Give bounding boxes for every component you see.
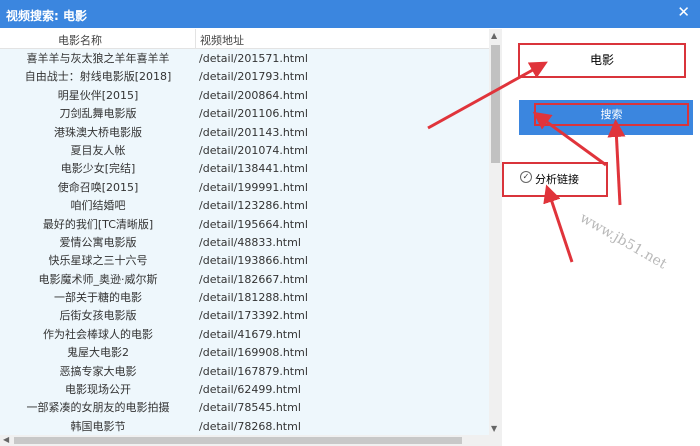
- table-header: 电影名称 视频地址: [0, 29, 489, 49]
- movie-name: 电影现场公开: [65, 383, 131, 397]
- table-row[interactable]: 电影少女[完结] /detail/138441.html: [0, 160, 489, 178]
- movie-name: 喜羊羊与灰太狼之羊年喜羊羊: [26, 52, 170, 65]
- video-url: /detail/201143.html: [199, 125, 308, 139]
- movie-name: 恶搞专家大电影: [59, 364, 137, 378]
- checkbox-icon[interactable]: ✓: [520, 171, 532, 183]
- movie-name: 一部紧凑的女朋友的电影拍摄: [26, 401, 170, 415]
- column-divider[interactable]: [195, 29, 196, 49]
- table-row[interactable]: 港珠澳大桥电影版/detail/201143.html: [0, 124, 489, 142]
- table-row[interactable]: 鬼屋大电影2/detail/169908.html: [0, 344, 489, 362]
- video-url: /detail/193866.html: [199, 254, 308, 268]
- analyze-links-option[interactable]: ✓ 分析链接: [502, 162, 608, 197]
- arrow-to-analyze-option: [543, 184, 574, 263]
- video-url: /detail/41679.html: [199, 327, 301, 341]
- video-url: /detail/78545.html: [199, 401, 301, 415]
- table-row[interactable]: 爱情公寓电影版/detail/48833.html: [0, 234, 489, 252]
- video-url: /detail/138441.html: [199, 162, 308, 176]
- column-header-url[interactable]: 视频地址: [200, 32, 244, 48]
- movie-name: 港珠澳大桥电影版: [54, 125, 142, 139]
- movie-name: 夏目友人帐: [70, 143, 126, 157]
- movie-name: 快乐星球之三十六号: [48, 254, 148, 268]
- video-url: /detail/181288.html: [199, 291, 308, 305]
- video-url: /detail/62499.html: [199, 383, 301, 397]
- movie-name: 明星伙伴[2015]: [57, 88, 139, 102]
- movie-name: 后街女孩电影版: [59, 309, 137, 323]
- movie-name: 最好的我们[TC清晰版]: [42, 217, 154, 231]
- table-row[interactable]: 咱们结婚吧/detail/123286.html: [0, 197, 489, 215]
- table-row[interactable]: 作为社会棒球人的电影/detail/41679.html: [0, 326, 489, 344]
- video-url: /detail/200864.html: [199, 88, 308, 102]
- search-button-label: 搜索: [534, 103, 689, 126]
- table-row[interactable]: 一部紧凑的女朋友的电影拍摄/detail/78545.html: [0, 399, 489, 417]
- vertical-scrollbar[interactable]: ▲ ▼: [489, 29, 502, 435]
- table-row[interactable]: 电影魔术师_奥逊·威尔斯/detail/182667.html: [0, 271, 489, 289]
- table-row[interactable]: 快乐星球之三十六号/detail/193866.html: [0, 252, 489, 270]
- video-url: /detail/201074.html: [199, 143, 308, 157]
- table-row[interactable]: 夏目友人帐/detail/201074.html: [0, 142, 489, 160]
- video-url: /detail/182667.html: [199, 272, 308, 286]
- table-row[interactable]: 韩国电影节/detail/78268.html: [0, 418, 489, 435]
- movie-name: 作为社会棒球人的电影: [43, 327, 153, 341]
- table-row[interactable]: 电影现场公开/detail/62499.html: [0, 381, 489, 399]
- scroll-up-icon[interactable]: ▲: [491, 31, 497, 40]
- video-url: /detail/199991.html: [199, 180, 308, 194]
- table-row[interactable]: 喜羊羊与灰太狼之羊年喜羊羊/detail/201571.html: [0, 50, 489, 68]
- video-url: /detail/201106.html: [199, 107, 308, 121]
- table-row[interactable]: 明星伙伴[2015] /detail/200864.html: [0, 87, 489, 105]
- movie-name: 刀剑乱舞电影版: [59, 107, 137, 121]
- video-url: /detail/167879.html: [199, 364, 308, 378]
- video-url: /detail/195664.html: [199, 217, 308, 231]
- table-row[interactable]: 恶搞专家大电影/detail/167879.html: [0, 363, 489, 381]
- close-icon[interactable]: ✕: [677, 3, 690, 21]
- movie-name: 电影少女[完结]: [60, 162, 136, 176]
- results-table: 电影名称 视频地址 喜羊羊与灰太狼之羊年喜羊羊/detail/201571.ht…: [0, 29, 489, 435]
- table-rows: 喜羊羊与灰太狼之羊年喜羊羊/detail/201571.html 自由战士：射线电…: [0, 50, 489, 435]
- search-button[interactable]: 搜索: [519, 100, 693, 135]
- table-row[interactable]: 使命召唤[2015] /detail/199991.html: [0, 179, 489, 197]
- movie-name: 鬼屋大电影2: [67, 346, 129, 360]
- video-url: /detail/123286.html: [199, 199, 308, 213]
- arrow-up-to-search-button: [607, 119, 626, 206]
- horizontal-scroll-thumb[interactable]: [14, 437, 462, 444]
- column-header-name[interactable]: 电影名称: [58, 32, 102, 48]
- table-row[interactable]: 一部关于糖的电影/detail/181288.html: [0, 289, 489, 307]
- video-url: /detail/169908.html: [199, 346, 308, 360]
- movie-name: 电影魔术师_奥逊·威尔斯: [38, 272, 158, 286]
- table-row[interactable]: 最好的我们[TC清晰版] /detail/195664.html: [0, 216, 489, 234]
- vertical-scroll-thumb[interactable]: [491, 45, 500, 163]
- table-row[interactable]: 后街女孩电影版/detail/173392.html: [0, 307, 489, 325]
- video-url: /detail/48833.html: [199, 235, 301, 249]
- video-url: /detail/173392.html: [199, 309, 308, 323]
- movie-name: 自由战士：射线电影版[2018]: [24, 70, 172, 84]
- search-input[interactable]: 电影: [518, 43, 686, 78]
- video-url: /detail/201793.html: [199, 70, 308, 84]
- analyze-links-label: 分析链接: [535, 173, 579, 186]
- movie-name: 使命召唤[2015]: [57, 180, 139, 194]
- watermark: www.jb51.net: [577, 210, 670, 273]
- table-row[interactable]: 自由战士：射线电影版[2018] /detail/201793.html: [0, 68, 489, 86]
- movie-name: 咱们结婚吧: [70, 199, 126, 213]
- table-row[interactable]: 刀剑乱舞电影版/detail/201106.html: [0, 105, 489, 123]
- window-title: 视频搜索: 电影: [6, 9, 87, 23]
- movie-name: 韩国电影节: [70, 419, 126, 433]
- scroll-left-icon[interactable]: ◀: [3, 435, 9, 444]
- title-bar: 视频搜索: 电影 ✕: [0, 0, 700, 28]
- video-url: /detail/201571.html: [199, 52, 308, 65]
- scroll-down-icon[interactable]: ▼: [491, 424, 497, 433]
- movie-name: 一部关于糖的电影: [54, 291, 142, 305]
- video-url: /detail/78268.html: [199, 419, 301, 433]
- movie-name: 爱情公寓电影版: [59, 235, 137, 249]
- horizontal-scrollbar[interactable]: ◀: [0, 435, 502, 446]
